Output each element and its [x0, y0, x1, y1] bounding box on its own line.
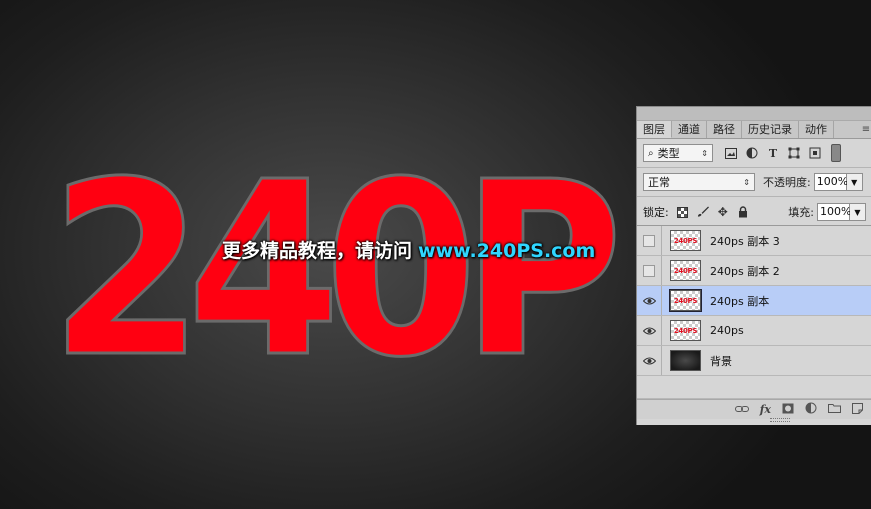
panel-tabs: 图层 通道 路径 历史记录 动作 ≡: [637, 121, 871, 139]
visibility-toggle[interactable]: [637, 346, 662, 375]
mask-icon[interactable]: [782, 403, 794, 417]
visibility-toggle[interactable]: [637, 256, 662, 285]
adjustment-icon[interactable]: [805, 402, 817, 417]
tab-history[interactable]: 历史记录: [742, 121, 799, 138]
blend-mode-dropdown[interactable]: 正常 ⇕: [643, 173, 755, 191]
shape-filter-icon[interactable]: [788, 147, 800, 159]
fill-input[interactable]: 100%: [817, 203, 851, 221]
eye-icon: [642, 327, 656, 334]
tab-layers[interactable]: 图层: [637, 121, 672, 138]
panel-menu-icon[interactable]: ≡: [860, 121, 871, 138]
layer-thumbnail-background: [670, 350, 701, 371]
type-filter-icon[interactable]: T: [767, 147, 779, 160]
layer-row-copy-3[interactable]: 240PS 240ps 副本 3: [637, 226, 871, 256]
layer-row-background[interactable]: 背景: [637, 346, 871, 376]
filter-toggle-switch[interactable]: [831, 144, 841, 162]
layer-row-240ps[interactable]: 240PS 240ps: [637, 316, 871, 346]
lock-transparent-icon[interactable]: [677, 206, 689, 218]
visibility-toggle[interactable]: [637, 226, 662, 255]
watermark: 更多精品教程，请访问 www.240PS.com: [222, 236, 595, 263]
divider: [637, 196, 871, 197]
layer-name: 240ps 副本 3: [710, 234, 780, 248]
watermark-url: www.240PS.com: [418, 240, 596, 262]
fx-icon[interactable]: fx: [760, 403, 771, 416]
filter-type-label: 类型: [657, 147, 680, 160]
panel-title-bar[interactable]: [637, 107, 871, 121]
blend-mode-value: 正常: [648, 176, 670, 189]
tab-paths[interactable]: 路径: [707, 121, 742, 138]
eye-icon: [642, 357, 656, 364]
pixel-filter-icon[interactable]: [725, 147, 737, 159]
opacity-dropdown-icon[interactable]: ▼: [846, 173, 863, 191]
panel-bottom-toolbar: fx: [637, 399, 871, 419]
eye-icon: [642, 297, 656, 304]
watermark-chinese: 更多精品教程，请访问: [222, 240, 413, 262]
lock-all-icon[interactable]: [737, 206, 749, 218]
canvas-big-text: 240P: [49, 130, 625, 410]
visibility-toggle[interactable]: [637, 286, 662, 315]
divider: [637, 167, 871, 168]
smart-object-filter-icon[interactable]: [809, 147, 821, 159]
hidden-visibility-box: [643, 264, 655, 277]
layer-thumbnail: 240PS: [669, 289, 702, 312]
resize-grip[interactable]: [770, 418, 790, 422]
lock-brush-icon[interactable]: [697, 206, 709, 218]
layer-thumbnail: 240PS: [670, 230, 701, 251]
blend-row: 正常 ⇕ 不透明度: 100% ▼: [637, 170, 871, 194]
folder-icon[interactable]: [828, 403, 841, 416]
layer-row-copy[interactable]: 240PS 240ps 副本: [637, 286, 871, 316]
lock-row: 锁定: ✥ 填充: 100% ▼: [637, 199, 871, 225]
layer-name: 背景: [710, 354, 732, 368]
updown-arrow-icon: ⇕: [701, 148, 708, 158]
filter-type-dropdown[interactable]: ⌕ 类型 ⇕: [643, 144, 713, 162]
filter-row: ⌕ 类型 ⇕ T: [637, 141, 871, 165]
adjustment-filter-icon[interactable]: [746, 147, 758, 159]
updown-arrow-icon: ⇕: [743, 177, 750, 187]
fill-dropdown-icon[interactable]: ▼: [850, 203, 866, 221]
opacity-label: 不透明度:: [763, 176, 811, 189]
layer-row-copy-2[interactable]: 240PS 240ps 副本 2: [637, 256, 871, 286]
layer-name: 240ps 副本: [710, 294, 770, 308]
opacity-input[interactable]: 100%: [813, 173, 848, 191]
hidden-visibility-box: [643, 234, 655, 247]
tab-channels[interactable]: 通道: [672, 121, 707, 138]
layer-name: 240ps: [710, 324, 744, 337]
layer-name: 240ps 副本 2: [710, 264, 780, 278]
link-icon[interactable]: [734, 403, 749, 416]
visibility-toggle[interactable]: [637, 316, 662, 345]
layer-list: 240PS 240ps 副本 3 240PS 240ps 副本 2 240PS …: [637, 225, 871, 399]
lock-label: 锁定:: [643, 206, 669, 219]
layers-panel: 图层 通道 路径 历史记录 动作 ≡ ⌕ 类型 ⇕ T 正常 ⇕ 不透明度: 1…: [636, 106, 871, 425]
new-layer-icon[interactable]: [852, 402, 863, 417]
lock-move-icon[interactable]: ✥: [717, 205, 729, 219]
tab-actions[interactable]: 动作: [799, 121, 834, 138]
layer-thumbnail: 240PS: [670, 260, 701, 281]
search-icon: ⌕: [648, 147, 654, 159]
layer-thumbnail: 240PS: [670, 320, 701, 341]
layer-list-empty-area: [637, 376, 871, 399]
fill-label: 填充:: [788, 206, 814, 219]
